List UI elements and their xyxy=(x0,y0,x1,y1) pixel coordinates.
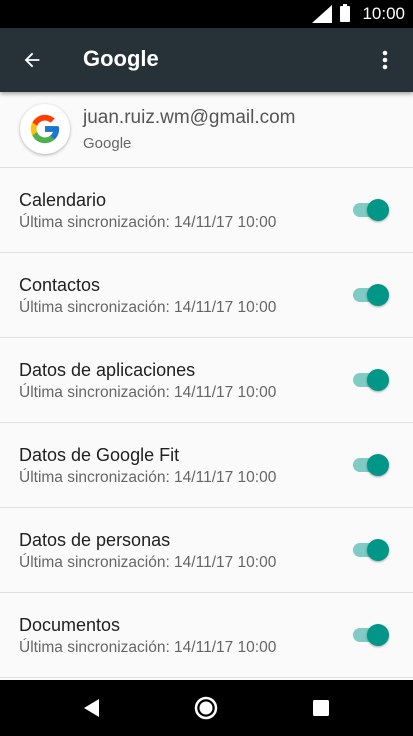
app-bar: Google xyxy=(0,28,413,92)
sync-toggle[interactable] xyxy=(353,454,389,476)
sync-item-label: Datos de aplicaciones xyxy=(19,360,196,380)
battery-icon xyxy=(340,4,351,22)
sync-item-label: Documentos xyxy=(19,615,121,635)
sync-item-status: Última sincronización: 14/11/17 10:00 xyxy=(19,214,277,231)
account-type: Google xyxy=(83,135,132,152)
overflow-menu-button[interactable] xyxy=(365,40,405,80)
nav-home-button[interactable] xyxy=(186,688,226,728)
nav-recents-icon xyxy=(313,700,329,716)
back-button[interactable] xyxy=(12,40,52,80)
nav-back-button[interactable] xyxy=(72,694,112,722)
arrow-back-icon xyxy=(24,52,40,68)
sync-item-datos-de-personas[interactable]: Datos de personas Última sincronización:… xyxy=(0,508,413,593)
status-time: 10:00 xyxy=(362,4,405,23)
sync-toggle[interactable] xyxy=(353,539,389,561)
sync-item-status: Última sincronización: 14/11/17 10:00 xyxy=(19,554,277,571)
navigation-bar xyxy=(0,680,413,736)
sync-item-status: Última sincronización: 14/11/17 10:00 xyxy=(19,299,277,316)
sync-item-datos-de-google-fit[interactable]: Datos de Google Fit Última sincronizació… xyxy=(0,423,413,508)
signal-icon xyxy=(312,5,333,23)
nav-home-icon xyxy=(194,696,218,720)
sync-item-status: Última sincronización: 14/11/17 10:00 xyxy=(19,469,277,486)
google-logo-icon xyxy=(30,114,60,144)
more-vert-icon xyxy=(382,50,388,70)
sync-toggle[interactable] xyxy=(353,199,389,221)
nav-recents-button[interactable] xyxy=(301,688,341,728)
sync-item-status: Última sincronización: 14/11/17 10:00 xyxy=(19,384,277,401)
sync-toggle[interactable] xyxy=(353,369,389,391)
sync-item-status: Última sincronización: 14/11/17 10:00 xyxy=(19,639,277,656)
sync-item-contactos[interactable]: Contactos Última sincronización: 14/11/1… xyxy=(0,253,413,338)
sync-item-datos-de-aplicaciones[interactable]: Datos de aplicaciones Última sincronizac… xyxy=(0,338,413,423)
nav-back-icon xyxy=(84,699,99,717)
status-bar: 10:00 xyxy=(0,0,413,28)
account-header: juan.ruiz.wm@gmail.com Google xyxy=(0,92,413,168)
sync-item-calendario[interactable]: Calendario Última sincronización: 14/11/… xyxy=(0,168,413,253)
sync-toggle[interactable] xyxy=(353,624,389,646)
page-title: Google xyxy=(83,46,159,71)
sync-item-label: Calendario xyxy=(19,190,107,210)
sync-toggle[interactable] xyxy=(353,284,389,306)
account-avatar xyxy=(20,104,70,154)
settings-list: juan.ruiz.wm@gmail.com Google Calendario… xyxy=(0,92,413,680)
account-email: juan.ruiz.wm@gmail.com xyxy=(83,107,296,128)
sync-item-label: Datos de Google Fit xyxy=(19,445,180,465)
sync-item-documentos[interactable]: Documentos Última sincronización: 14/11/… xyxy=(0,593,413,678)
sync-item-label: Datos de personas xyxy=(19,530,171,550)
sync-item-label: Contactos xyxy=(19,275,101,295)
